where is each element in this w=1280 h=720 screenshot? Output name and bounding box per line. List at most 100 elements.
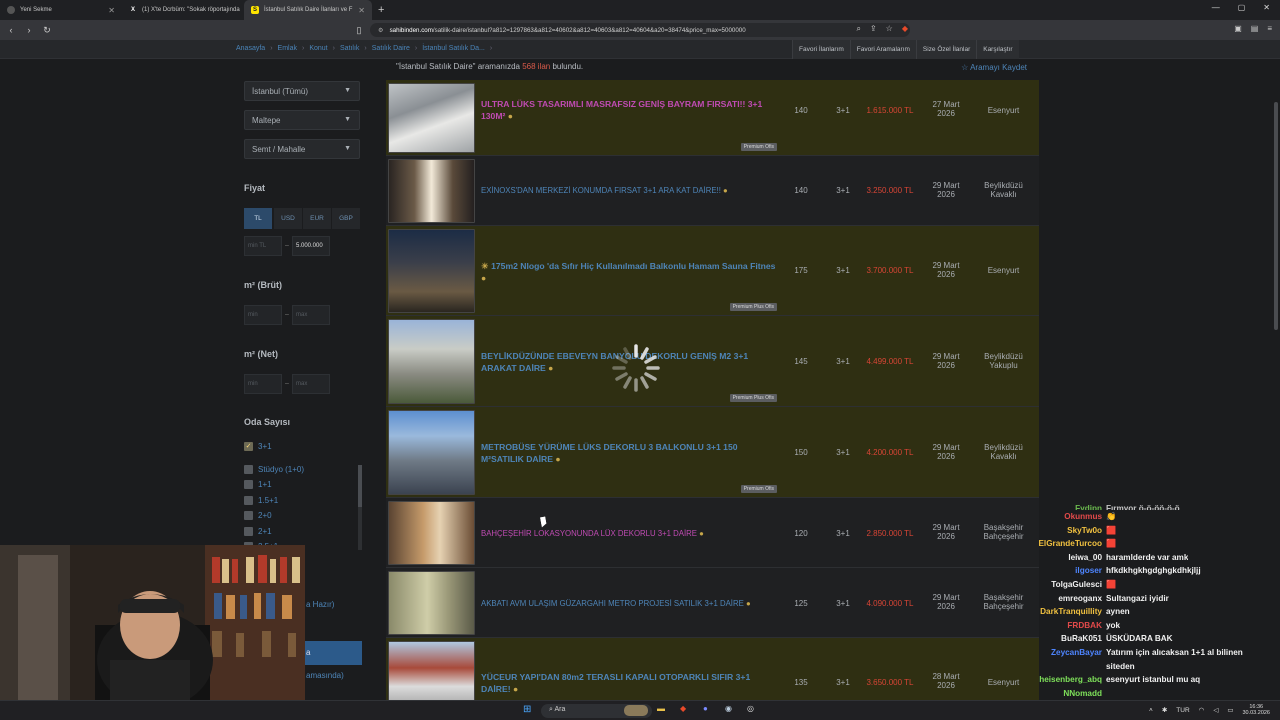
sidebar-icon[interactable]: ▤	[1251, 24, 1259, 33]
room-option-1-5-1[interactable]: 1.5+1	[244, 496, 278, 505]
breadcrumb-item[interactable]: Emlak	[278, 45, 297, 52]
chat-line: TolgaGulesci 🟥	[1034, 578, 1280, 592]
zoom-icon[interactable]: ⌕	[856, 24, 860, 34]
filter-option-partial[interactable]: amasında)	[306, 671, 344, 680]
wifi-icon[interactable]: ◠	[1199, 706, 1205, 714]
star-icon[interactable]: ☆	[886, 24, 893, 34]
listing-title[interactable]: ULTRA LÜKS TASARIMLI MASRAFSIZ GENİŞ BAY…	[481, 98, 778, 122]
listing-title[interactable]: ☀ 175m2 Nlogo 'da Sıfır Hiç Kullanılmadı…	[481, 260, 778, 284]
favorite-searches-link[interactable]: Favori Aramalarım	[849, 40, 916, 59]
browser-tab-new[interactable]: Yeni Sekme ✕	[0, 0, 122, 20]
minimize-icon[interactable]: —	[1212, 3, 1220, 12]
currency-tl-button[interactable]: TL	[244, 208, 272, 229]
battery-icon[interactable]: ▭	[1227, 706, 1233, 714]
language-indicator[interactable]: TUR	[1176, 707, 1189, 714]
compare-link[interactable]: Karşılaştır	[976, 40, 1018, 59]
taskbar-search[interactable]: ⌕ Ara	[541, 704, 652, 718]
file-explorer-icon[interactable]: ▬	[657, 704, 665, 718]
breadcrumb-item[interactable]: Satılık	[340, 45, 359, 52]
listing-photo[interactable]	[388, 229, 475, 313]
listing-title[interactable]: EXİNOXS'DAN MERKEZİ KONUMDA FIRSAT 3+1 A…	[481, 185, 778, 197]
share-icon[interactable]: ⇪	[870, 24, 877, 34]
browser-tab-x[interactable]: X (1) X'te Dcrbüm: "Sokak röportajında ✕	[122, 0, 244, 20]
maximize-icon[interactable]: ▢	[1238, 3, 1246, 12]
url-field[interactable]: ⚙ sahibinden.com/satilik-daire/istanbul?…	[370, 23, 910, 37]
listing-title[interactable]: AKBATI AVM ULAŞIM GÜZARGAHI METRO PROJES…	[481, 598, 778, 610]
chat-username: SkyTw0o	[1067, 525, 1102, 535]
back-icon[interactable]: ‹	[6, 25, 16, 35]
site-nav-bar: Anasayfa › Emlak › Konut › Satılık › Satılık…	[0, 40, 1280, 59]
volume-icon[interactable]: ◁	[1213, 706, 1218, 714]
listing-row[interactable]: ☀ 175m2 Nlogo 'da Sıfır Hiç Kullanılmadı…	[386, 226, 1039, 316]
room-option-1-1[interactable]: 1+1	[244, 480, 272, 489]
close-tab-icon[interactable]: ✕	[108, 6, 115, 15]
breadcrumb-item[interactable]: Satılık Daire	[372, 45, 410, 52]
menu-icon[interactable]: ≡	[1267, 24, 1272, 33]
currency-gbp-button[interactable]: GBP	[332, 208, 360, 229]
room-option-3-1[interactable]: ✓ 3+1	[244, 442, 272, 451]
listing-photo[interactable]	[388, 410, 475, 495]
price-heading: Fiyat	[244, 183, 266, 193]
favorite-listings-link[interactable]: Favori İlanlarım	[792, 40, 850, 59]
clock[interactable]: 16:36 30.03.2026	[1242, 704, 1270, 716]
currency-usd-button[interactable]: USD	[274, 208, 302, 229]
special-listings-link[interactable]: Size Özel İlanlar	[915, 40, 976, 59]
breadcrumb-item[interactable]: İstanbul Satılık Da...	[422, 45, 485, 52]
gross-max-input[interactable]: max	[292, 305, 330, 325]
room-option-studio[interactable]: Stüdyo (1+0)	[244, 465, 304, 474]
rooms-scrollbar[interactable]	[358, 465, 362, 550]
neighborhood-select[interactable]: Semt / Mahalle ▼	[244, 139, 360, 159]
bluetooth-icon[interactable]: ✱	[1162, 706, 1167, 714]
price-min-input[interactable]: min TL	[244, 236, 282, 256]
listing-row[interactable]: ULTRA LÜKS TASARIMLI MASRAFSIZ GENİŞ BAY…	[386, 80, 1039, 156]
listing-row[interactable]: EXİNOXS'DAN MERKEZİ KONUMDA FIRSAT 3+1 A…	[386, 156, 1039, 226]
listing-photo[interactable]	[388, 571, 475, 635]
checkbox-icon	[244, 480, 253, 489]
brave-shield-icon[interactable]: ◆	[902, 24, 908, 34]
listing-m2: 145	[794, 357, 808, 366]
close-tab-icon[interactable]: ✕	[358, 6, 365, 15]
obs-icon[interactable]: ◎	[747, 704, 754, 718]
listing-photo[interactable]	[388, 83, 475, 153]
listing-title[interactable]: BAHÇEŞEHİR LOKASYONUNDA LÜX DEKORLU 3+1 …	[481, 528, 778, 540]
gross-min-input[interactable]: min	[244, 305, 282, 325]
currency-eur-button[interactable]: EUR	[303, 208, 331, 229]
chevron-up-icon[interactable]: ˄	[1149, 707, 1153, 714]
new-tab-button[interactable]: +	[378, 4, 384, 16]
price-max-input[interactable]: 5.000.000	[292, 236, 330, 256]
listing-row[interactable]: BAHÇEŞEHİR LOKASYONUNDA LÜX DEKORLU 3+1 …	[386, 498, 1039, 568]
save-search-button[interactable]: ☆ Aramayı Kaydet	[961, 63, 1027, 72]
net-min-input[interactable]: min	[244, 374, 282, 394]
browser-tab-sahibinden[interactable]: S İstanbul Satılık Daire İlanları ve F ✕	[244, 0, 372, 20]
listing-photo[interactable]	[388, 159, 475, 223]
filter-option-partial[interactable]: a Hazır)	[306, 600, 334, 609]
listing-title[interactable]: YÜCEUR YAPI'DAN 80m2 TERASLI KAPALI OTOP…	[481, 671, 778, 695]
bookmark-icon[interactable]: ▯	[354, 25, 364, 36]
windows-start-icon[interactable]: ⊞	[523, 704, 531, 718]
listing-row[interactable]: AKBATI AVM ULAŞIM GÜZARGAHI METRO PROJES…	[386, 568, 1039, 638]
breadcrumb-item[interactable]: Konut	[309, 45, 327, 52]
room-option-2-1[interactable]: 2+1	[244, 527, 272, 536]
close-window-icon[interactable]: ✕	[1263, 3, 1270, 12]
reload-icon[interactable]: ↻	[42, 25, 52, 36]
extensions-icon[interactable]: ▣	[1234, 24, 1242, 33]
scrollbar-thumb[interactable]	[1274, 102, 1278, 330]
breadcrumb-item[interactable]: Anasayfa	[236, 45, 265, 52]
search-button[interactable]: a	[302, 641, 362, 665]
site-info-icon[interactable]: ⚙	[378, 27, 384, 34]
chat-username: Fydipn	[1075, 504, 1102, 510]
listing-row[interactable]: METROBÜSE YÜRÜME LÜKS DEKORLU 3 BALKONLU…	[386, 407, 1039, 498]
listing-row[interactable]: BEYLİKDÜZÜNDE EBEVEYN BANYOLU DEKORLU GE…	[386, 316, 1039, 407]
net-max-input[interactable]: max	[292, 374, 330, 394]
listing-title[interactable]: METROBÜSE YÜRÜME LÜKS DEKORLU 3 BALKONLU…	[481, 441, 778, 465]
forward-icon[interactable]: ›	[24, 25, 34, 35]
listing-price: 1.615.000 TL	[866, 106, 914, 115]
listing-photo[interactable]	[388, 501, 475, 565]
district-select[interactable]: Maltepe ▼	[244, 110, 360, 130]
room-option-2-0[interactable]: 2+0	[244, 511, 272, 520]
listing-photo[interactable]	[388, 319, 475, 404]
brave-browser-icon[interactable]: ◆	[680, 704, 686, 718]
steam-icon[interactable]: ◉	[725, 704, 732, 718]
city-select[interactable]: İstanbul (Tümü) ▼	[244, 81, 360, 101]
discord-icon[interactable]: ●	[703, 704, 708, 718]
